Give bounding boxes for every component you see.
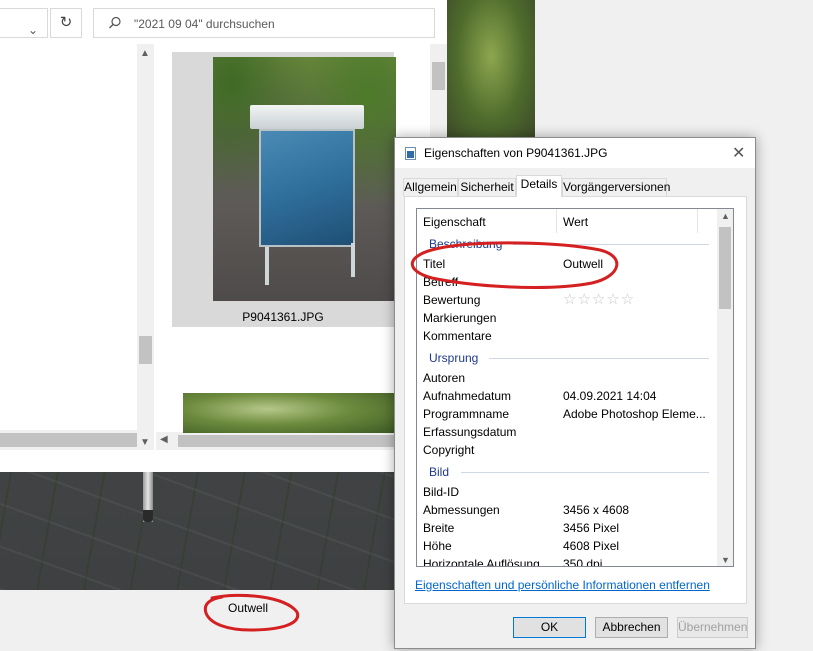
second-thumbnail-image[interactable]: [183, 393, 394, 433]
group-header-ursprung: Ursprung: [429, 351, 479, 365]
property-value[interactable]: Outwell: [563, 257, 603, 271]
dialog-title: Eigenschaften von P9041361.JPG: [424, 146, 608, 160]
explorer-status-area: [0, 450, 447, 472]
group-header-bild: Bild: [429, 465, 450, 479]
scroll-up-icon[interactable]: ▲: [721, 211, 730, 221]
scrollbar-thumb[interactable]: [0, 433, 137, 447]
tab-allgemein[interactable]: Allgemein: [403, 178, 458, 196]
table-leg: [265, 247, 269, 285]
property-label[interactable]: Höhe: [423, 539, 452, 553]
search-box[interactable]: "2021 09 04" durchsuchen: [93, 8, 435, 38]
property-label[interactable]: Titel: [423, 257, 445, 271]
property-label[interactable]: Autoren: [423, 371, 465, 385]
group-divider: [489, 358, 709, 359]
ok-button[interactable]: OK: [513, 617, 586, 638]
tab-details[interactable]: Details: [516, 175, 562, 197]
table-bag: [259, 129, 355, 247]
column-divider[interactable]: [697, 209, 698, 233]
property-label[interactable]: Erfassungsdatum: [423, 425, 516, 439]
dialog-title-bar[interactable]: Eigenschaften von P9041361.JPG ✕: [395, 138, 755, 168]
property-label[interactable]: Copyright: [423, 443, 474, 457]
group-divider: [461, 472, 709, 473]
property-label[interactable]: Horizontale Auflösung: [423, 557, 540, 566]
apply-button[interactable]: Übernehmen: [677, 617, 748, 638]
cancel-button[interactable]: Abbrechen: [595, 617, 668, 638]
scroll-down-icon[interactable]: ▼: [140, 437, 150, 448]
file-explorer-window: ⌄ ↻ "2021 09 04" durchsuchen ▲ ▼ ◀ P9041…: [0, 0, 447, 472]
property-label[interactable]: Markierungen: [423, 311, 496, 325]
column-header-value[interactable]: Wert: [563, 215, 588, 229]
property-label[interactable]: Aufnahmedatum: [423, 389, 511, 403]
tab-strip: Allgemein Sicherheit Details Vorgängerve…: [395, 175, 755, 197]
property-label[interactable]: Breite: [423, 521, 454, 535]
close-icon[interactable]: ✕: [732, 143, 745, 163]
remove-properties-link[interactable]: Eigenschaften und persönliche Informatio…: [415, 578, 710, 592]
tab-sicherheit[interactable]: Sicherheit: [458, 178, 516, 196]
chevron-down-icon[interactable]: ⌄: [28, 23, 38, 37]
table-leg: [351, 243, 355, 277]
property-list-scrollbar[interactable]: ▲ ▼: [717, 209, 733, 566]
scroll-up-icon[interactable]: ▲: [140, 48, 150, 59]
column-header-property[interactable]: Eigenschaft: [423, 215, 486, 229]
property-value[interactable]: 04.09.2021 14:04: [563, 389, 656, 403]
thumbnail-caption[interactable]: P9041361.JPG: [172, 310, 394, 324]
left-pane-horizontal-scrollbar[interactable]: [0, 430, 137, 450]
tab-vorgaengerversionen[interactable]: Vorgängerversionen: [562, 178, 670, 196]
property-value[interactable]: Adobe Photoshop Eleme...: [563, 407, 706, 421]
group-divider: [513, 244, 709, 245]
file-icon: [405, 147, 416, 160]
property-list[interactable]: Eigenschaft Wert Beschreibung Titel Outw…: [416, 208, 734, 567]
refresh-icon: ↻: [59, 14, 73, 31]
background-plants: [447, 0, 535, 140]
group-header-beschreibung: Beschreibung: [429, 237, 503, 251]
refresh-button[interactable]: ↻: [50, 8, 82, 38]
scrollbar-thumb[interactable]: [139, 336, 152, 364]
scroll-down-icon[interactable]: ▼: [721, 555, 730, 565]
property-value[interactable]: 3456 x 4608: [563, 503, 629, 517]
list-header: Eigenschaft Wert: [417, 209, 717, 233]
property-label[interactable]: Betreff: [423, 275, 458, 289]
scroll-left-icon[interactable]: ◀: [160, 434, 168, 445]
table-top: [250, 105, 364, 129]
address-bar[interactable]: ⌄: [0, 8, 48, 38]
property-value[interactable]: 4608 Pixel: [563, 539, 619, 553]
thumbnail-image[interactable]: [213, 57, 396, 301]
details-panel: Eigenschaft Wert Beschreibung Titel Outw…: [404, 196, 747, 604]
scrollbar-thumb[interactable]: [432, 62, 445, 90]
search-icon: [109, 16, 121, 29]
property-label[interactable]: Bild-ID: [423, 485, 459, 499]
property-label[interactable]: Bewertung: [423, 293, 480, 307]
search-input[interactable]: "2021 09 04" durchsuchen: [134, 17, 275, 31]
property-label[interactable]: Abmessungen: [423, 503, 500, 517]
property-value[interactable]: 350 dpi: [563, 557, 602, 566]
rating-stars[interactable]: ☆☆☆☆☆: [563, 290, 635, 308]
property-label[interactable]: Kommentare: [423, 329, 492, 343]
background-caption: Outwell: [228, 601, 269, 615]
column-divider[interactable]: [556, 209, 557, 233]
left-pane-scrollbar[interactable]: ▲ ▼: [137, 44, 154, 450]
properties-dialog: Eigenschaften von P9041361.JPG ✕ Allgeme…: [394, 137, 756, 649]
table-leg-foot: [143, 510, 153, 522]
property-value[interactable]: 3456 Pixel: [563, 521, 619, 535]
scrollbar-thumb[interactable]: [719, 227, 731, 309]
property-label[interactable]: Programmname: [423, 407, 509, 421]
